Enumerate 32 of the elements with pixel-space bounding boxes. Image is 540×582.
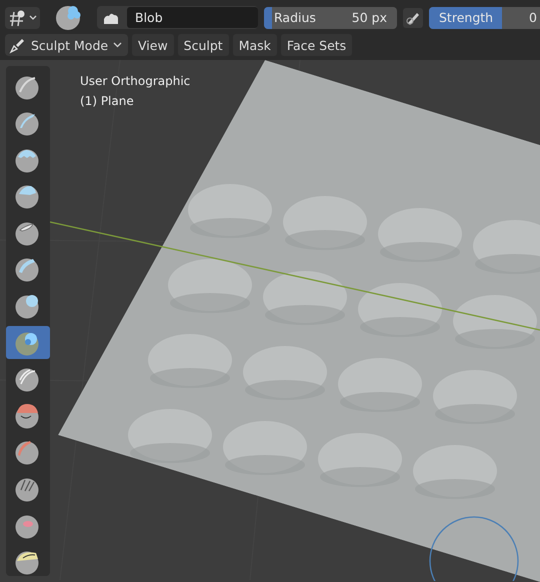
object-name-label: (1) Plane	[80, 94, 135, 108]
sculpt-brush-icon	[15, 439, 41, 466]
sculpt-brush-icon	[15, 366, 41, 392]
sculpt-brush-icon	[15, 146, 41, 173]
sculpt-brush-icon	[15, 476, 41, 502]
navigation-gizmo-icon[interactable]	[428, 515, 520, 581]
transform-pivot-dropdown[interactable]	[5, 6, 40, 28]
pen-pressure-icon[interactable]	[403, 8, 423, 28]
brush-name-field[interactable]: Blob	[127, 7, 258, 28]
menu-item[interactable]: View	[132, 34, 174, 56]
sculpt-tool-button[interactable]	[6, 326, 50, 360]
strength-slider[interactable]: Strength 0	[429, 6, 540, 28]
sculpt-brush-icon	[15, 220, 41, 246]
menu-item[interactable]: Mask	[232, 34, 277, 56]
radius-slider[interactable]: Radius 50 px	[264, 6, 397, 28]
sculpt-brush-icon	[15, 256, 41, 282]
chevron-icon	[113, 42, 122, 48]
chevron-icon	[29, 14, 37, 20]
sculpt-brush-icon	[15, 110, 41, 136]
sculpt-brush-icon	[15, 512, 41, 539]
brush-icon	[9, 36, 27, 54]
menu-item[interactable]: Face Sets	[280, 34, 352, 56]
sculpt-brush-icon	[15, 330, 41, 356]
sculpt-brush-icon	[15, 293, 41, 320]
mode-dropdown[interactable]: Sculpt Mode	[5, 34, 128, 56]
menu-item[interactable]: Sculpt	[178, 34, 229, 56]
sculpt-brush-icon	[15, 74, 41, 100]
view-name-label: User Orthographic	[80, 74, 190, 88]
sculpt-brush-icon	[15, 183, 41, 210]
brush-selector[interactable]: Blob	[97, 6, 258, 29]
sculpt-brush-icon	[15, 402, 41, 429]
brush-preview-icon[interactable]	[56, 4, 83, 31]
